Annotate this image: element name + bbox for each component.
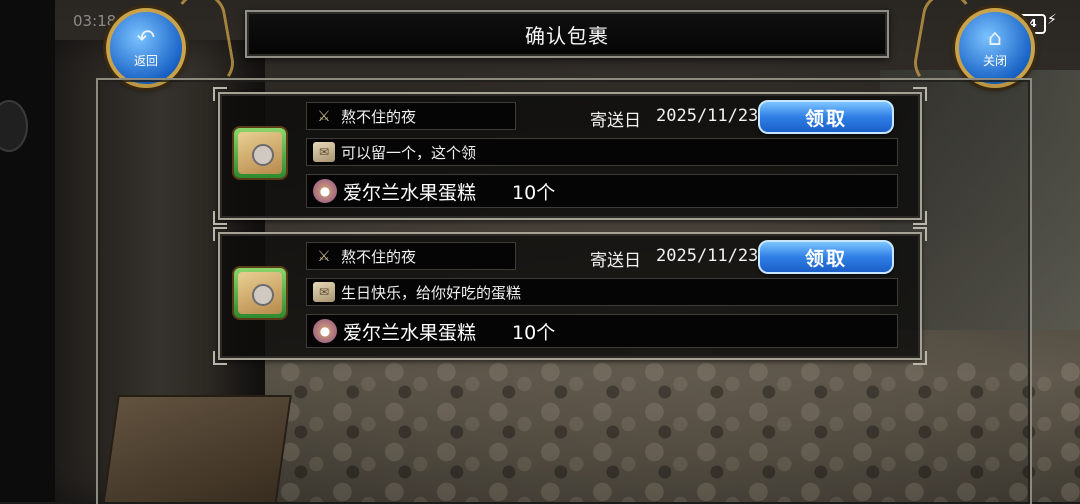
send-date-label: 寄送日 xyxy=(590,251,641,271)
message-field: ✉ 生日快乐，给你好吃的蛋糕 xyxy=(306,278,898,306)
sender-name: 熬不住的夜 xyxy=(341,247,417,266)
scroll-icon: ✉ xyxy=(313,282,335,302)
close-button-label: 关闭 xyxy=(982,53,1007,68)
floating-assistant-icon[interactable] xyxy=(0,100,28,152)
back-arrow-icon: ↶ xyxy=(136,25,156,51)
dialog-title-bar: 确认包裹 xyxy=(245,10,889,58)
sender-icon: ⚔ xyxy=(317,247,331,265)
send-date: 2025/11/23 xyxy=(656,106,759,126)
sender-icon: ⚔ xyxy=(317,107,331,125)
parcel-message: 可以留一个，这个领 xyxy=(341,143,477,162)
send-date: 2025/11/23 xyxy=(656,246,759,266)
home-icon: ⌂ xyxy=(988,25,1002,51)
parcel-card: ⚔ 熬不住的夜 寄送日 2025/11/23 领取 ✉ 可以留一个，这个领 ● … xyxy=(213,87,927,225)
scroll-icon: ✉ xyxy=(313,142,335,162)
parcel-message: 生日快乐，给你好吃的蛋糕 xyxy=(341,283,522,302)
claim-button[interactable]: 领取 xyxy=(758,240,894,274)
parcel-box-icon xyxy=(232,266,288,320)
item-name: 爱尔兰水果蛋糕 xyxy=(343,321,477,344)
close-button[interactable]: ⌂ 关闭 xyxy=(955,8,1035,88)
bolt-icon: ⚡ xyxy=(1047,12,1057,28)
item-quantity: 10个 xyxy=(512,321,556,344)
send-date-label: 寄送日 xyxy=(590,111,641,131)
parcel-box-icon xyxy=(232,126,288,180)
cake-icon: ● xyxy=(313,179,337,203)
item-name: 爱尔兰水果蛋糕 xyxy=(343,181,477,204)
claim-button[interactable]: 领取 xyxy=(758,100,894,134)
parcel-card: ⚔ 熬不住的夜 寄送日 2025/11/23 领取 ✉ 生日快乐，给你好吃的蛋糕… xyxy=(213,227,927,365)
status-time: 03:18 xyxy=(73,12,117,30)
screen-edge-bar xyxy=(0,0,55,502)
item-field: ● 爱尔兰水果蛋糕 10个 xyxy=(306,174,898,208)
back-button-label: 返回 xyxy=(133,53,158,68)
item-quantity: 10个 xyxy=(512,181,556,204)
cake-icon: ● xyxy=(313,319,337,343)
item-field: ● 爱尔兰水果蛋糕 10个 xyxy=(306,314,898,348)
sender-name: 熬不住的夜 xyxy=(341,107,417,126)
back-button[interactable]: ↶ 返回 xyxy=(106,8,186,88)
message-field: ✉ 可以留一个，这个领 xyxy=(306,138,898,166)
dialog-title: 确认包裹 xyxy=(525,23,609,48)
sender-field: ⚔ 熬不住的夜 xyxy=(306,242,516,270)
sender-field: ⚔ 熬不住的夜 xyxy=(306,102,516,130)
